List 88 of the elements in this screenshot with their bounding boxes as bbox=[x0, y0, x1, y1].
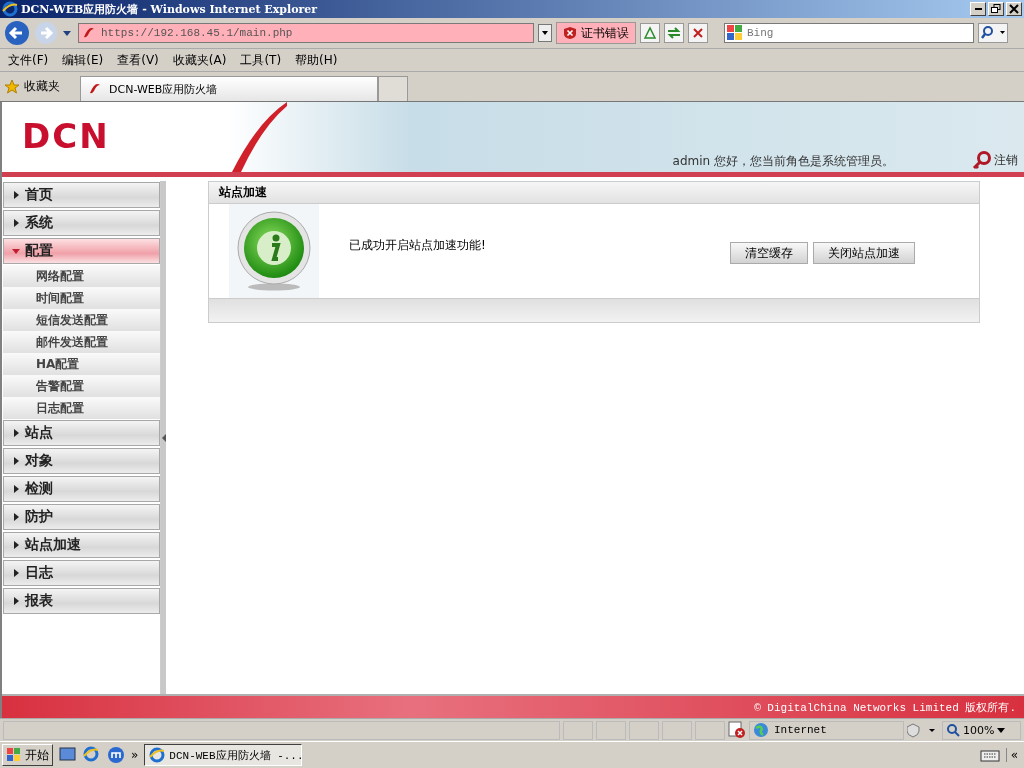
shield-icon bbox=[563, 26, 577, 40]
caret-down-icon bbox=[12, 247, 20, 255]
restore-button[interactable] bbox=[988, 2, 1004, 16]
menu-item[interactable]: 编辑(E) bbox=[62, 51, 104, 69]
windows-flag-icon bbox=[6, 747, 22, 763]
caret-right-icon bbox=[12, 597, 20, 605]
status-pane bbox=[695, 720, 725, 740]
certificate-error-button[interactable]: 证书错误 bbox=[556, 22, 636, 44]
star-icon bbox=[4, 78, 20, 95]
address-field[interactable]: https://192.168.45.1/main.php bbox=[78, 23, 534, 43]
minimize-button[interactable] bbox=[970, 2, 986, 16]
menu-item[interactable]: 收藏夹(A) bbox=[172, 51, 227, 69]
action-button[interactable]: 关闭站点加速 bbox=[813, 242, 915, 264]
windows-flag-icon bbox=[727, 25, 742, 40]
nav-subitem[interactable]: HA配置 bbox=[3, 353, 160, 375]
stop-icon[interactable] bbox=[688, 23, 708, 43]
minimize-icon bbox=[974, 8, 982, 10]
nav-item[interactable]: 系统 bbox=[3, 210, 160, 236]
window-title: DCN-WEB应用防火墙 - Windows Internet Explorer bbox=[21, 1, 319, 17]
nav-item[interactable]: 日志 bbox=[3, 560, 160, 586]
browser-icon bbox=[149, 747, 166, 763]
desktop-icon[interactable] bbox=[59, 746, 77, 764]
menu-item[interactable]: 文件(F) bbox=[8, 51, 49, 69]
panel-title: 站点加速 bbox=[209, 182, 979, 204]
nav-item[interactable]: 首页 bbox=[3, 182, 160, 208]
caret-right-icon bbox=[12, 513, 20, 521]
menu-item[interactable]: 帮助(H) bbox=[295, 51, 338, 69]
nav-subitem[interactable]: 网络配置 bbox=[3, 265, 160, 287]
nav-subitem[interactable]: 告警配置 bbox=[3, 375, 160, 397]
browser-icon bbox=[2, 1, 18, 17]
taskbar-button[interactable]: DCN-WEB应用防火墙 -... bbox=[144, 744, 303, 766]
caret-down-icon bbox=[997, 726, 1006, 734]
caret-right-icon bbox=[12, 219, 20, 227]
start-button[interactable]: 开始 bbox=[2, 744, 53, 766]
close-icon bbox=[1009, 4, 1019, 14]
status-pane bbox=[662, 720, 692, 740]
nav-subitem[interactable]: 日志配置 bbox=[3, 397, 160, 419]
caret-right-icon bbox=[12, 457, 20, 465]
blocked-page-icon bbox=[728, 721, 746, 739]
copyright-text: © DigitalChina Networks Limited 版权所有. bbox=[2, 694, 1024, 718]
globe-icon bbox=[753, 722, 769, 738]
zoom-button[interactable]: 100% bbox=[942, 720, 1021, 740]
greeting-text: admin 您好，您当前角色是系统管理员。 bbox=[672, 153, 894, 170]
security-zone: Internet bbox=[749, 720, 904, 740]
caret-right-icon bbox=[12, 485, 20, 493]
logo: DCN bbox=[21, 115, 111, 158]
caret-right-icon bbox=[12, 541, 20, 549]
nav-item[interactable]: 报表 bbox=[3, 588, 160, 614]
nav-item[interactable]: 防护 bbox=[3, 504, 160, 530]
more-button[interactable]: » bbox=[131, 748, 139, 762]
browser-icon[interactable] bbox=[83, 746, 101, 764]
menu-item[interactable]: 工具(T) bbox=[240, 51, 282, 69]
caret-right-icon bbox=[12, 191, 20, 199]
nav-item[interactable]: 站点加速 bbox=[3, 532, 160, 558]
status-message: 已成功开启站点加速功能! bbox=[349, 237, 487, 254]
info-icon bbox=[236, 211, 312, 291]
search-field[interactable]: Bing bbox=[724, 23, 974, 43]
back-icon[interactable] bbox=[4, 20, 30, 46]
restore-icon bbox=[991, 4, 1001, 14]
caret-right-icon bbox=[12, 569, 20, 577]
collapse-button[interactable]: « bbox=[1005, 748, 1022, 762]
app-icon[interactable] bbox=[107, 746, 125, 764]
dropdown-icon[interactable] bbox=[62, 28, 72, 38]
status-pane bbox=[563, 720, 593, 740]
search-icon[interactable] bbox=[978, 23, 1008, 43]
close-button[interactable] bbox=[1006, 2, 1022, 16]
nav-subitem[interactable]: 时间配置 bbox=[3, 287, 160, 309]
browser-tab[interactable]: DCN-WEB应用防火墙 bbox=[80, 76, 378, 101]
keyboard-icon[interactable] bbox=[979, 748, 1000, 762]
dropdown-icon[interactable] bbox=[538, 24, 552, 42]
logout-link[interactable]: 注销 bbox=[972, 150, 1018, 170]
favorites-button[interactable]: 收藏夹 bbox=[4, 73, 60, 100]
status-pane bbox=[629, 720, 659, 740]
nav-item[interactable]: 检测 bbox=[3, 476, 160, 502]
status-pane bbox=[596, 720, 626, 740]
menu-item[interactable]: 查看(V) bbox=[117, 51, 159, 69]
action-button[interactable]: 清空缓存 bbox=[730, 242, 808, 264]
nav-item[interactable]: 站点 bbox=[3, 420, 160, 446]
nav-item[interactable]: 配置 bbox=[3, 238, 160, 264]
zoom-icon bbox=[946, 723, 960, 737]
nav-item[interactable]: 对象 bbox=[3, 448, 160, 474]
key-icon bbox=[972, 150, 992, 170]
collapse-arrow-icon bbox=[161, 433, 166, 442]
splitter-handle[interactable] bbox=[161, 181, 166, 694]
nav-subitem[interactable]: 邮件发送配置 bbox=[3, 331, 160, 353]
nav-subitem[interactable]: 短信发送配置 bbox=[3, 309, 160, 331]
caret-right-icon bbox=[12, 429, 20, 437]
refresh-icon[interactable] bbox=[664, 23, 684, 43]
